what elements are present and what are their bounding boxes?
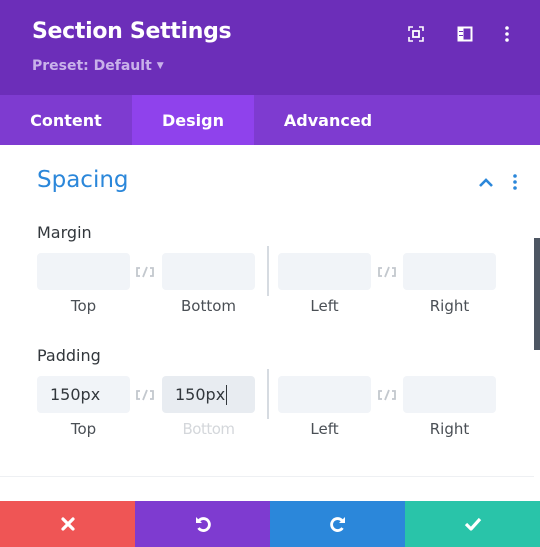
cancel-button[interactable] xyxy=(0,501,135,547)
margin-left-input[interactable] xyxy=(278,253,371,290)
chevron-up-icon[interactable] xyxy=(477,175,495,189)
close-icon xyxy=(60,517,75,531)
padding-top-input[interactable]: 150px xyxy=(37,376,130,413)
scrollbar-thumb[interactable] xyxy=(534,238,540,350)
redo-button[interactable] xyxy=(270,501,405,547)
divider xyxy=(267,246,269,296)
padding-bottom-input[interactable]: 150px xyxy=(162,376,255,413)
padding-left-input[interactable] xyxy=(278,376,371,413)
margin-left-label: Left xyxy=(310,297,339,315)
section-menu-icon[interactable] xyxy=(511,173,519,191)
caret-down-icon: ▼ xyxy=(156,61,164,71)
modal-title: Section Settings xyxy=(32,19,232,44)
margin-right-label: Right xyxy=(429,297,470,315)
split-view-icon[interactable] xyxy=(456,25,474,43)
tab-bar: Content Design Advanced xyxy=(0,95,540,145)
margin-top-input[interactable] xyxy=(37,253,130,290)
action-bar xyxy=(0,501,540,547)
padding-label: Padding xyxy=(37,346,101,365)
preset-dropdown[interactable]: Preset: Default ▼ xyxy=(32,58,164,74)
margin-bottom-label: Bottom xyxy=(180,297,237,315)
redo-icon xyxy=(329,517,345,532)
divider xyxy=(267,369,269,419)
padding-left-label: Left xyxy=(310,420,339,438)
padding-bottom-label: Bottom xyxy=(182,420,235,438)
margin-top-label: Top xyxy=(70,297,97,315)
link-icon[interactable] xyxy=(134,387,156,401)
link-icon[interactable] xyxy=(376,264,398,278)
check-icon xyxy=(464,517,481,531)
undo-icon xyxy=(195,517,211,532)
margin-right-input[interactable] xyxy=(403,253,496,290)
preset-label: Preset: Default xyxy=(32,58,152,74)
save-button[interactable] xyxy=(405,501,540,547)
margin-bottom-input[interactable] xyxy=(162,253,255,290)
padding-right-label: Right xyxy=(429,420,470,438)
section-title-spacing[interactable]: Spacing xyxy=(37,167,129,193)
padding-top-label: Top xyxy=(70,420,97,438)
padding-right-input[interactable] xyxy=(403,376,496,413)
modal-header: Section Settings Preset: Default ▼ xyxy=(0,0,540,95)
link-icon[interactable] xyxy=(134,264,156,278)
margin-label: Margin xyxy=(37,223,92,242)
link-icon[interactable] xyxy=(376,387,398,401)
focus-mode-icon[interactable] xyxy=(407,25,425,43)
text-cursor xyxy=(226,384,228,405)
section-divider xyxy=(0,476,534,477)
padding-bottom-value: 150px xyxy=(175,385,226,404)
more-options-icon[interactable] xyxy=(498,25,516,43)
undo-button[interactable] xyxy=(135,501,270,547)
tab-advanced[interactable]: Advanced xyxy=(254,95,402,145)
settings-panel: Spacing Margin Top Bottom Left Right Pad… xyxy=(0,145,540,500)
tab-content[interactable]: Content xyxy=(0,95,132,145)
tab-design[interactable]: Design xyxy=(132,95,254,145)
